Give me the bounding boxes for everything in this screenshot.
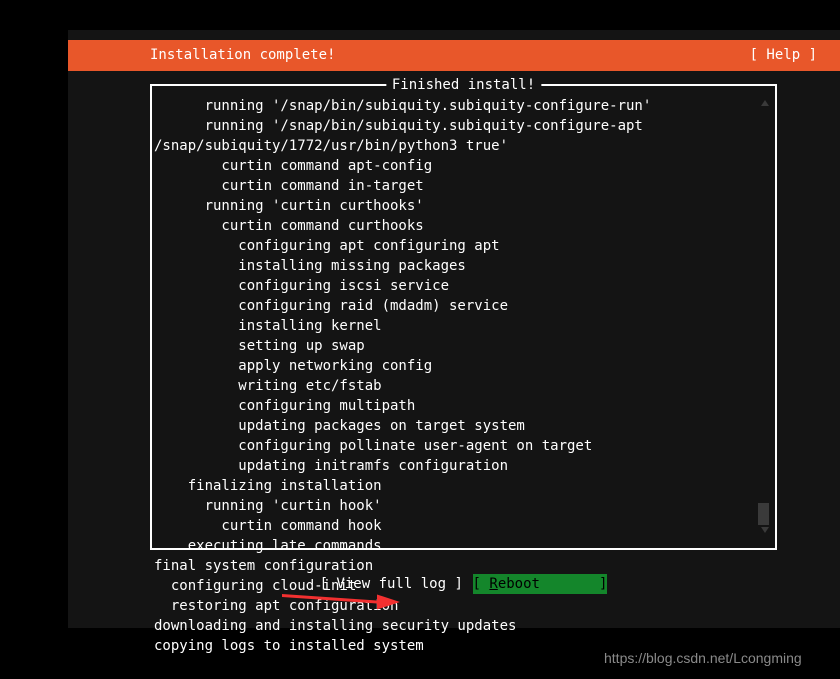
- page-title: Installation complete!: [150, 47, 336, 63]
- installer-header-bar: Installation complete! [ Help ]: [68, 40, 840, 71]
- log-line: updating packages on target system: [154, 418, 525, 434]
- log-line: executing late commands: [154, 538, 382, 554]
- log-line: setting up swap: [154, 338, 365, 354]
- log-line: curtin command curthooks: [154, 218, 424, 234]
- log-line: curtin command hook: [154, 518, 382, 534]
- log-line: configuring raid (mdadm) service: [154, 298, 509, 314]
- scrollbar-thumb[interactable]: [758, 503, 769, 525]
- log-line: running '/snap/bin/subiquity.subiquity-c…: [154, 98, 652, 114]
- log-line: downloading and installing security upda…: [154, 618, 517, 634]
- log-line: configuring iscsi service: [154, 278, 450, 294]
- log-panel-title: Finished install!: [385, 77, 542, 93]
- scroll-down-arrow-icon[interactable]: [761, 527, 769, 533]
- log-line: installing missing packages: [154, 258, 466, 274]
- log-line: installing kernel: [154, 318, 382, 334]
- log-line: /snap/subiquity/1772/usr/bin/python3 tru…: [154, 138, 509, 154]
- log-line: curtin command apt-config: [154, 158, 433, 174]
- log-line: updating initramfs configuration: [154, 458, 509, 474]
- scroll-up-arrow-icon[interactable]: [761, 100, 769, 106]
- log-line: writing etc/fstab: [154, 378, 382, 394]
- log-line: configuring multipath: [154, 398, 416, 414]
- reboot-accelerator: R: [489, 576, 498, 592]
- reboot-suffix: ]: [539, 576, 608, 592]
- log-line: apply networking config: [154, 358, 433, 374]
- log-scrollbar[interactable]: [758, 89, 772, 545]
- log-line: running 'curtin hook': [154, 498, 382, 514]
- log-line: running '/snap/bin/subiquity.subiquity-c…: [154, 118, 643, 134]
- log-line: configuring pollinate user-agent on targ…: [154, 438, 593, 454]
- installer-terminal: Installation complete! [ Help ] Finished…: [68, 30, 840, 654]
- view-full-log-button[interactable]: [ View full log ]: [320, 574, 463, 594]
- reboot-prefix: [: [472, 576, 490, 592]
- log-line-list: running '/snap/bin/subiquity.subiquity-c…: [154, 96, 753, 656]
- footer-button-group: [ View full log ] [ Reboot ]: [150, 573, 777, 594]
- log-line: finalizing installation: [154, 478, 382, 494]
- log-line: running 'curtin curthooks': [154, 198, 424, 214]
- log-line: restoring apt configuration: [154, 598, 399, 614]
- reboot-button[interactable]: [ Reboot ]: [472, 574, 608, 594]
- log-line: curtin command in-target: [154, 178, 424, 194]
- install-log-panel: Finished install! running '/snap/bin/sub…: [150, 77, 777, 654]
- help-button[interactable]: [ Help ]: [750, 40, 817, 71]
- reboot-label-rest: eboot: [497, 576, 540, 592]
- watermark-text: https://blog.csdn.net/Lcongming: [604, 650, 802, 666]
- log-line: configuring apt configuring apt: [154, 238, 500, 254]
- screenshot-root: Installation complete! [ Help ] Finished…: [0, 0, 840, 679]
